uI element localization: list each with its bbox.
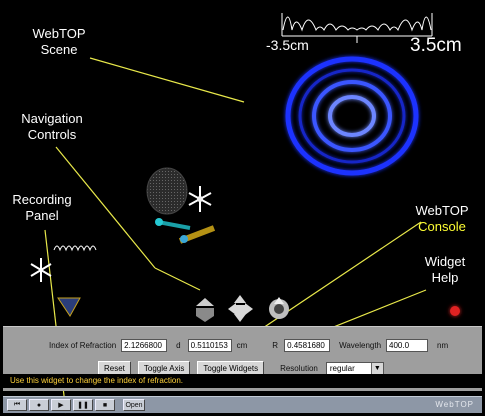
resolution-value: regular: [329, 363, 355, 373]
nav-zoom-icon[interactable]: [269, 297, 289, 319]
leader-navigation-2: [154, 267, 201, 291]
pause-icon[interactable]: ❚❚: [73, 399, 93, 411]
play-icon[interactable]: ▶: [51, 399, 71, 411]
annotation-console-line2: Console: [418, 219, 466, 234]
toggle-axis-button[interactable]: Toggle Axis: [137, 361, 191, 375]
console-parameter-row: Index of Refraction 2.1266800 d 0.511015…: [49, 339, 448, 352]
ring-inner: [328, 95, 376, 137]
ring-outer: [285, 56, 419, 176]
wavelength-label: Wavelength: [339, 341, 382, 350]
annotation-webtop-scene-line2: Scene: [40, 42, 78, 57]
prism-shape: [57, 297, 81, 317]
wavelength-unit-label: nm: [437, 341, 449, 350]
annotation-recording-line2: Panel: [25, 208, 59, 223]
annotation-recording-panel: Recording Panel: [6, 192, 78, 224]
toggle-widgets-button[interactable]: Toggle Widgets: [197, 361, 265, 375]
rewind-icon[interactable]: ⏮: [7, 399, 27, 411]
index-of-refraction-field[interactable]: 2.1266800: [121, 339, 168, 352]
nav-rotate-icon[interactable]: [196, 298, 214, 322]
recording-panel: ⏮ ● ▶ ❚❚ ■ Open WebTOP: [3, 396, 482, 413]
leader-webtop-scene: [89, 57, 245, 103]
annotation-console-line1: WebTOP: [415, 203, 469, 218]
annotation-webtop-console: WebTOP Console: [407, 203, 477, 235]
widget-help-text: Use this widget to change the index of r…: [3, 374, 482, 388]
r-field[interactable]: 0.4581680: [284, 339, 331, 352]
d-unit-label: cm: [236, 341, 248, 350]
webtop-brand-logo: WebTOP: [435, 400, 474, 409]
status-indicator: [450, 306, 460, 316]
axis-right-label: 3.5cm: [410, 35, 462, 56]
open-button[interactable]: Open: [123, 399, 145, 411]
annotation-webtop-scene: WebTOP Scene: [25, 26, 93, 58]
stop-icon[interactable]: ■: [95, 399, 115, 411]
spring-coil: [53, 245, 97, 252]
teal-knob: [155, 218, 163, 226]
d-label: d: [176, 341, 181, 350]
navigation-controls[interactable]: [196, 295, 289, 322]
chevron-down-icon[interactable]: ▼: [370, 362, 383, 374]
annotation-widget-help: Widget Help: [415, 254, 475, 286]
intensity-curve: [282, 16, 432, 32]
index-of-refraction-label: Index of Refraction: [49, 341, 117, 350]
nav-pan-icon[interactable]: [228, 295, 253, 322]
resolution-select[interactable]: regular ▼: [325, 361, 384, 375]
annotation-webtop-scene-line1: WebTOP: [32, 26, 86, 41]
console-button-row: Reset Toggle Axis Toggle Widgets Resolut…: [98, 361, 384, 375]
detector-knob: [180, 235, 188, 243]
annotation-navigation-line2: Controls: [27, 127, 77, 142]
lens-mesh: [146, 167, 188, 215]
annotation-widget-help-line1: Widget: [424, 254, 466, 269]
apparatus-model[interactable]: [30, 167, 216, 317]
axis-left-label: -3.5cm: [266, 37, 309, 53]
annotation-navigation-controls: Navigation Controls: [12, 111, 92, 143]
annotation-recording-line1: Recording: [12, 192, 72, 207]
record-icon[interactable]: ●: [29, 399, 49, 411]
r-label: R: [272, 341, 279, 350]
wavelength-field[interactable]: 400.0: [386, 339, 429, 352]
annotation-navigation-line1: Navigation: [21, 111, 83, 126]
d-field[interactable]: 0.5110153: [187, 339, 232, 352]
ring-middle: [312, 80, 392, 152]
annotation-widget-help-line2: Help: [431, 270, 459, 285]
leader-webtop-console: [250, 221, 422, 337]
resolution-label: Resolution: [280, 363, 318, 373]
interference-rings[interactable]: [285, 56, 419, 176]
reset-button[interactable]: Reset: [98, 361, 131, 375]
source-star-icon: [30, 258, 52, 282]
